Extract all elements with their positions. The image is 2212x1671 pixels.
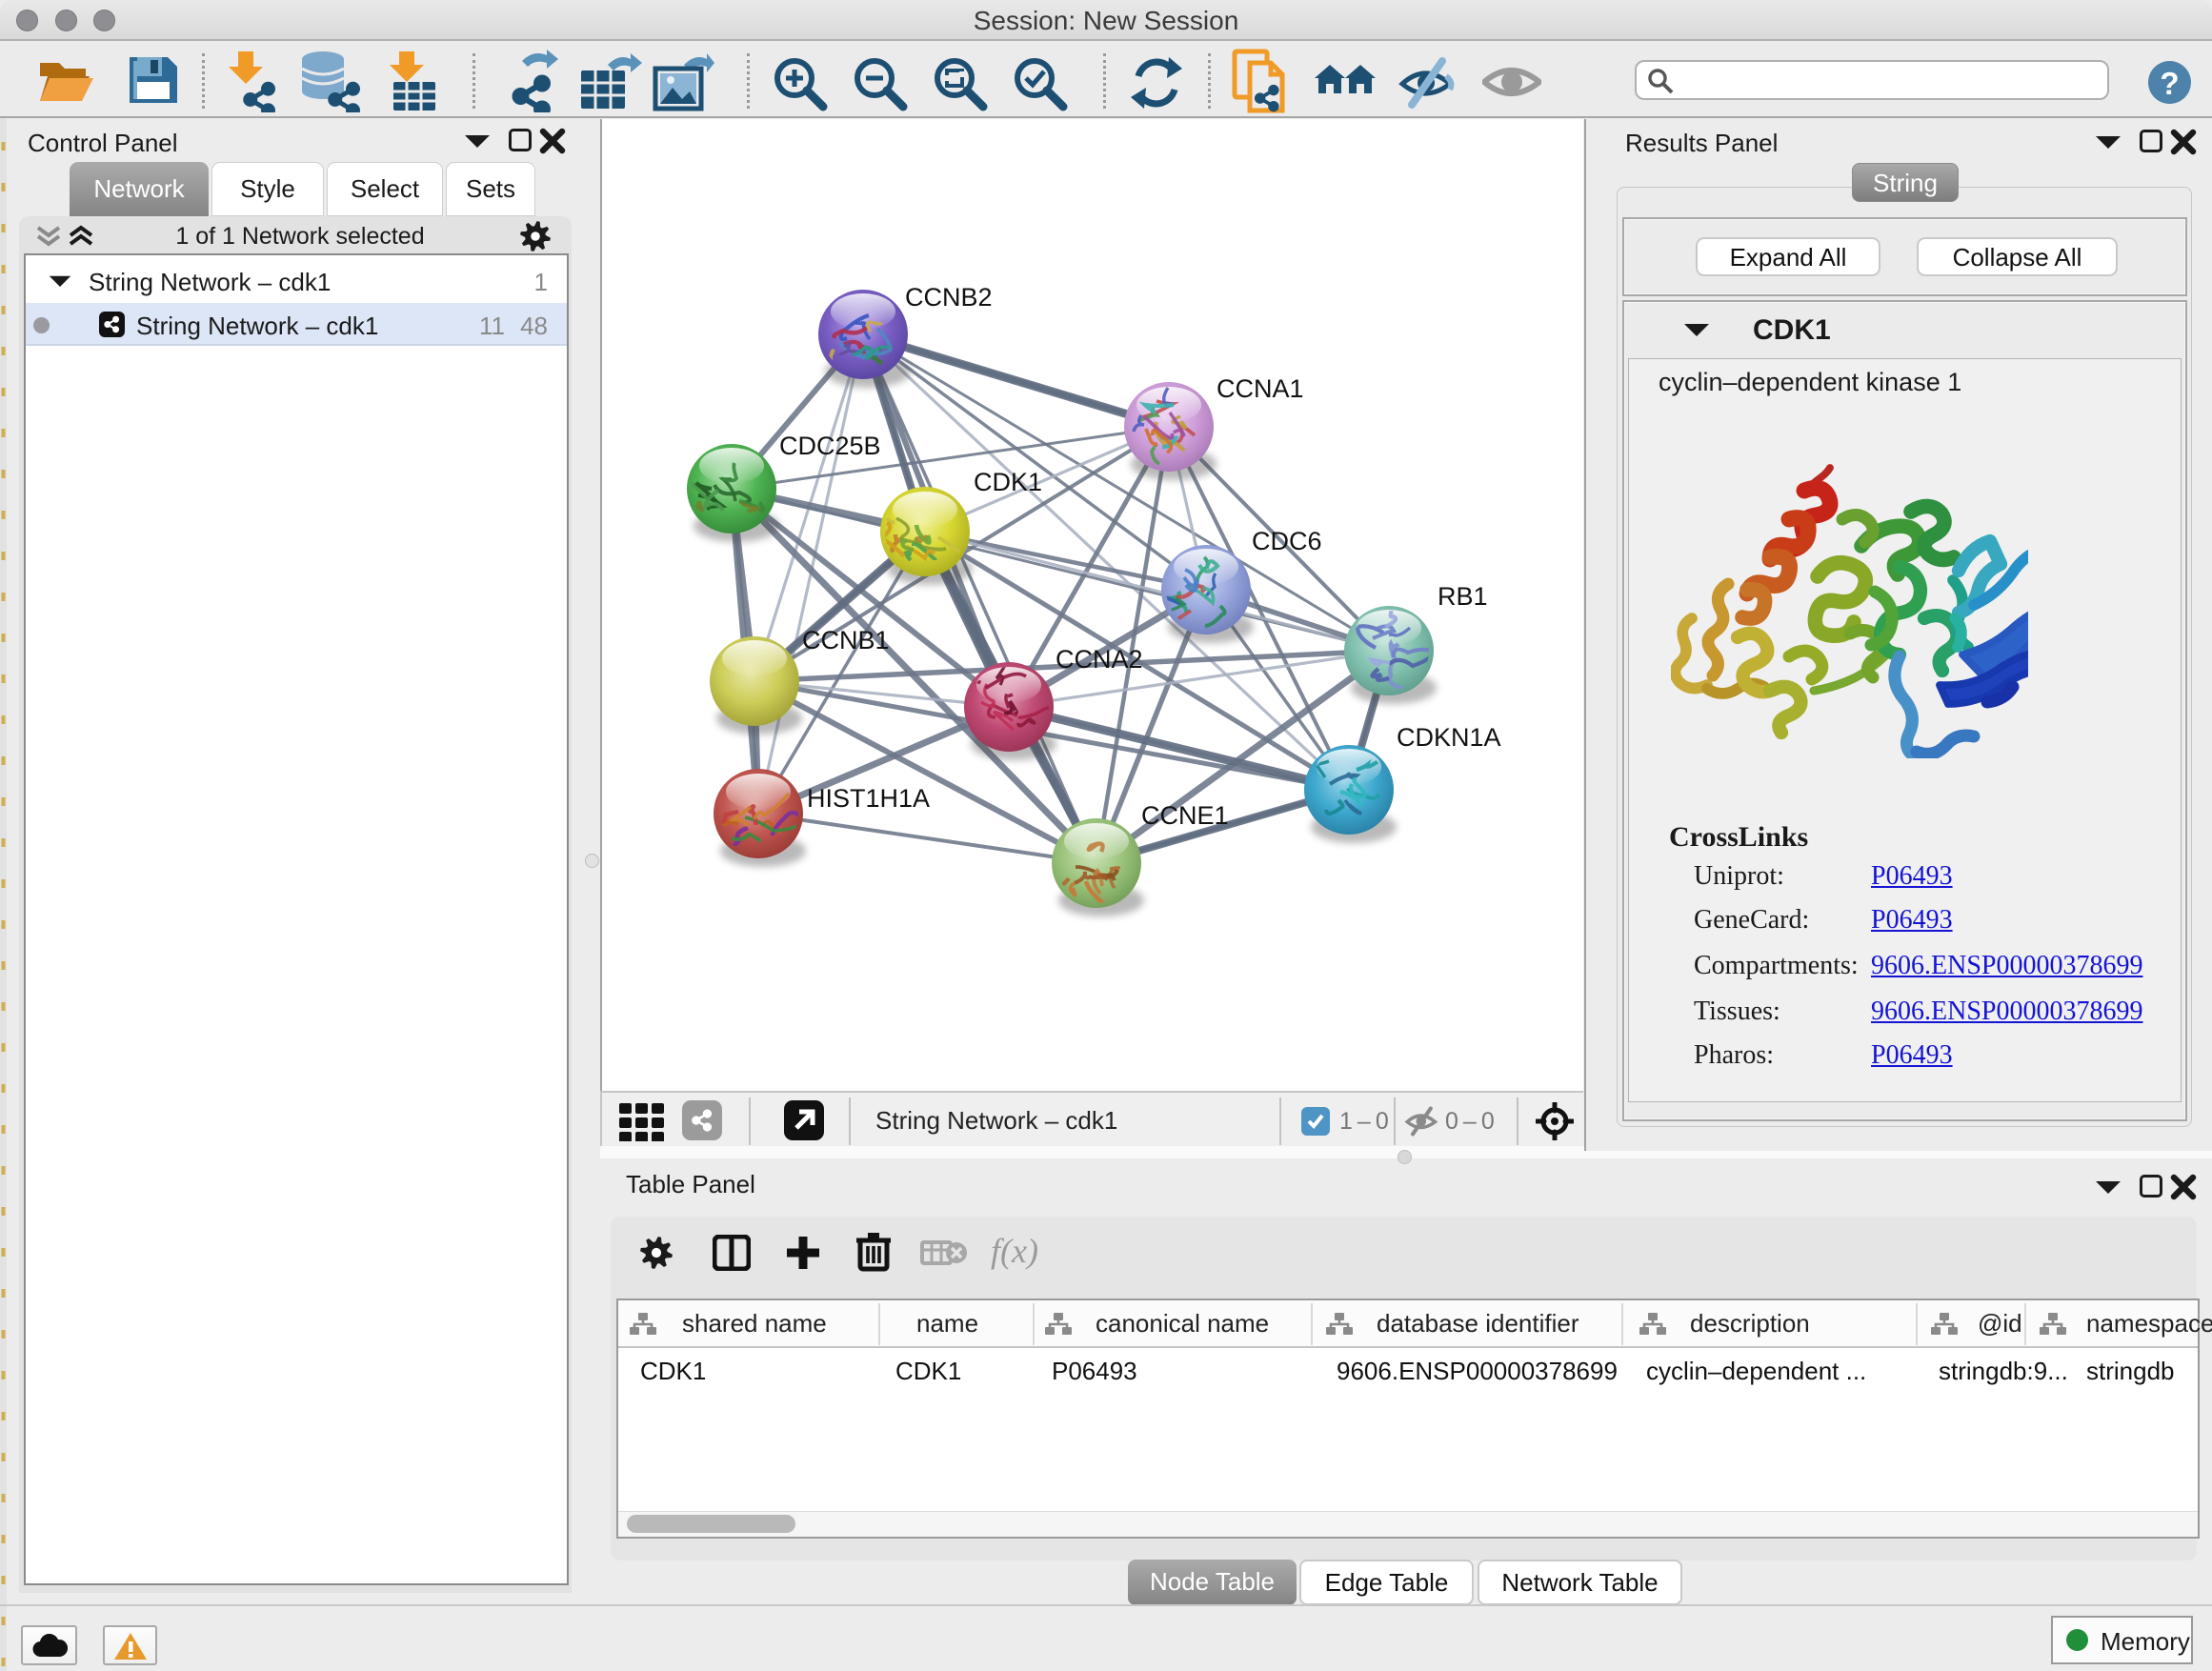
svg-text:CDC25B: CDC25B <box>779 432 881 460</box>
svg-text:CCNB2: CCNB2 <box>905 283 993 312</box>
svg-text:HIST1H1A: HIST1H1A <box>807 784 930 813</box>
svg-text:CCNE1: CCNE1 <box>1141 801 1229 830</box>
svg-text:CCNA1: CCNA1 <box>1217 374 1304 403</box>
svg-text:CCNB1: CCNB1 <box>802 626 890 654</box>
svg-text:CDK1: CDK1 <box>974 468 1042 496</box>
svg-text:CDKN1A: CDKN1A <box>1397 723 1501 752</box>
svg-text:CDC6: CDC6 <box>1252 527 1322 555</box>
svg-text:RB1: RB1 <box>1438 582 1488 611</box>
svg-text:CCNA2: CCNA2 <box>1056 645 1143 674</box>
